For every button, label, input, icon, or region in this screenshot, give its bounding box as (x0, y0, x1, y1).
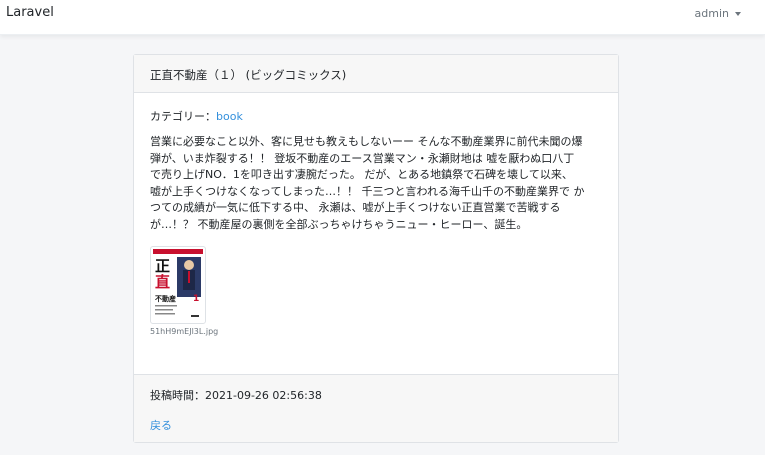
cover-subtitle: 不動産 (155, 294, 176, 303)
book-description: 営業に必要なこと以外、客に見せも教えもしないーー そんな不動産業界に前代未聞の爆… (150, 135, 585, 231)
caret-down-icon (735, 11, 741, 16)
posted-line: 投稿時間：2021-09-26 02:56:38 (150, 387, 602, 403)
book-image-block: 正 直 不動産 1 51hH9mEJl3L.jpg (150, 245, 602, 336)
category-label: カテゴリー： (150, 110, 216, 123)
posted-label: 投稿時間： (150, 389, 205, 402)
book-cover-thumbnail[interactable]: 正 直 不動産 1 (150, 245, 206, 324)
image-filename: 51hH9mEJl3L.jpg (150, 326, 219, 336)
back-link[interactable]: 戻る (150, 417, 172, 433)
user-name: admin (694, 7, 729, 20)
category-link[interactable]: book (216, 110, 243, 123)
brand-link[interactable]: Laravel (6, 5, 54, 20)
cover-title-char-2: 直 (155, 273, 170, 291)
top-navbar: Laravel admin (0, 0, 765, 35)
user-dropdown[interactable]: admin (695, 7, 741, 20)
card-footer: 投稿時間：2021-09-26 02:56:38 戻る (134, 374, 618, 442)
category-line: カテゴリー：book (150, 108, 602, 124)
cover-volume: 1 (193, 294, 199, 304)
book-title: 正直不動産（１） (ビッグコミックス) (134, 55, 618, 93)
book-cover-image: 正 直 不動産 1 (153, 248, 203, 321)
posted-at: 2021-09-26 02:56:38 (205, 389, 322, 402)
card-body: カテゴリー：book 営業に必要なこと以外、客に見せも教えもしないーー そんな不… (134, 93, 618, 336)
book-card: 正直不動産（１） (ビッグコミックス) カテゴリー：book 営業に必要なこと以… (133, 54, 619, 443)
